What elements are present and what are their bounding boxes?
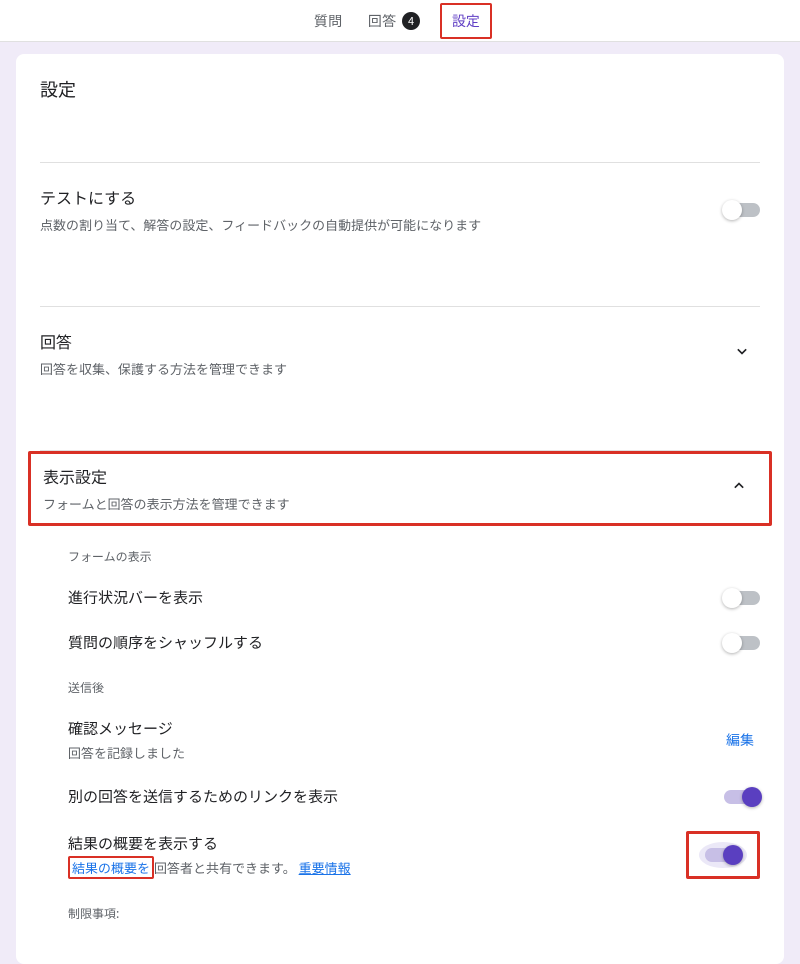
tabs-bar: 質問 回答 4 設定 — [0, 0, 800, 42]
confirmation-title: 確認メッセージ — [68, 718, 185, 739]
chevron-down-icon — [732, 341, 752, 361]
presentation-header-highlight: 表示設定 フォームと回答の表示方法を管理できます — [28, 451, 772, 526]
row-confirmation: 確認メッセージ 回答を記録しました 編集 — [68, 706, 760, 774]
progress-bar-toggle[interactable] — [724, 591, 760, 605]
shuffle-toggle[interactable] — [724, 636, 760, 650]
quiz-toggle[interactable] — [724, 203, 760, 217]
toggle-halo — [699, 842, 747, 868]
submit-another-toggle[interactable] — [724, 790, 760, 804]
progress-bar-label: 進行状況バーを表示 — [68, 587, 203, 608]
tab-responses[interactable]: 回答 4 — [362, 1, 426, 41]
confirmation-value: 回答を記録しました — [68, 743, 185, 762]
tab-responses-label: 回答 — [368, 11, 396, 31]
tab-settings[interactable]: 設定 — [440, 3, 492, 39]
responses-expand[interactable] — [724, 335, 760, 373]
presentation-title: 表示設定 — [43, 464, 290, 488]
edit-confirmation-link[interactable]: 編集 — [720, 726, 760, 754]
section-responses: 回答 回答を収集、保護する方法を管理できます — [40, 306, 760, 400]
summary-results-link[interactable]: 結果の概要を — [68, 856, 154, 879]
row-shuffle: 質問の順序をシャッフルする — [68, 620, 760, 665]
chevron-up-icon — [729, 476, 749, 496]
show-summary-toggle[interactable] — [705, 848, 741, 862]
presentation-collapse[interactable] — [721, 470, 757, 508]
shuffle-label: 質問の順序をシャッフルする — [68, 632, 263, 653]
summary-sub-text: 回答者と共有できます。 — [154, 858, 296, 877]
form-display-group-label: フォームの表示 — [68, 548, 760, 565]
quiz-desc: 点数の割り当て、解答の設定、フィードバックの自動提供が可能になります — [40, 215, 481, 234]
submit-another-label: 別の回答を送信するためのリンクを表示 — [68, 786, 338, 807]
restrictions-group-label: 制限事項: — [68, 905, 760, 922]
page-title: 設定 — [40, 76, 760, 102]
show-summary-sub: 結果の概要を回答者と共有できます。 重要情報 — [68, 858, 351, 877]
show-summary-toggle-highlight — [686, 831, 760, 879]
presentation-settings: フォームの表示 進行状況バーを表示 質問の順序をシャッフルする 送信後 確認メッ… — [40, 526, 760, 922]
section-quiz: テストにする 点数の割り当て、解答の設定、フィードバックの自動提供が可能になりま… — [40, 162, 760, 256]
quiz-title: テストにする — [40, 185, 481, 209]
tab-questions[interactable]: 質問 — [308, 1, 348, 41]
section-presentation: 表示設定 フォームと回答の表示方法を管理できます フォームの表示 進行状況バーを… — [40, 450, 760, 954]
row-progress-bar: 進行状況バーを表示 — [68, 575, 760, 620]
row-show-summary: 結果の概要を表示する 結果の概要を回答者と共有できます。 重要情報 — [68, 819, 760, 891]
settings-card: 設定 テストにする 点数の割り当て、解答の設定、フィードバックの自動提供が可能に… — [16, 54, 784, 964]
row-submit-another: 別の回答を送信するためのリンクを表示 — [68, 774, 760, 819]
responses-desc: 回答を収集、保護する方法を管理できます — [40, 359, 287, 378]
show-summary-label: 結果の概要を表示する — [68, 833, 351, 854]
after-submit-group-label: 送信後 — [68, 679, 760, 696]
responses-count-badge: 4 — [402, 12, 420, 30]
important-info-link[interactable]: 重要情報 — [299, 858, 351, 877]
responses-title: 回答 — [40, 329, 287, 353]
presentation-desc: フォームと回答の表示方法を管理できます — [43, 494, 290, 513]
